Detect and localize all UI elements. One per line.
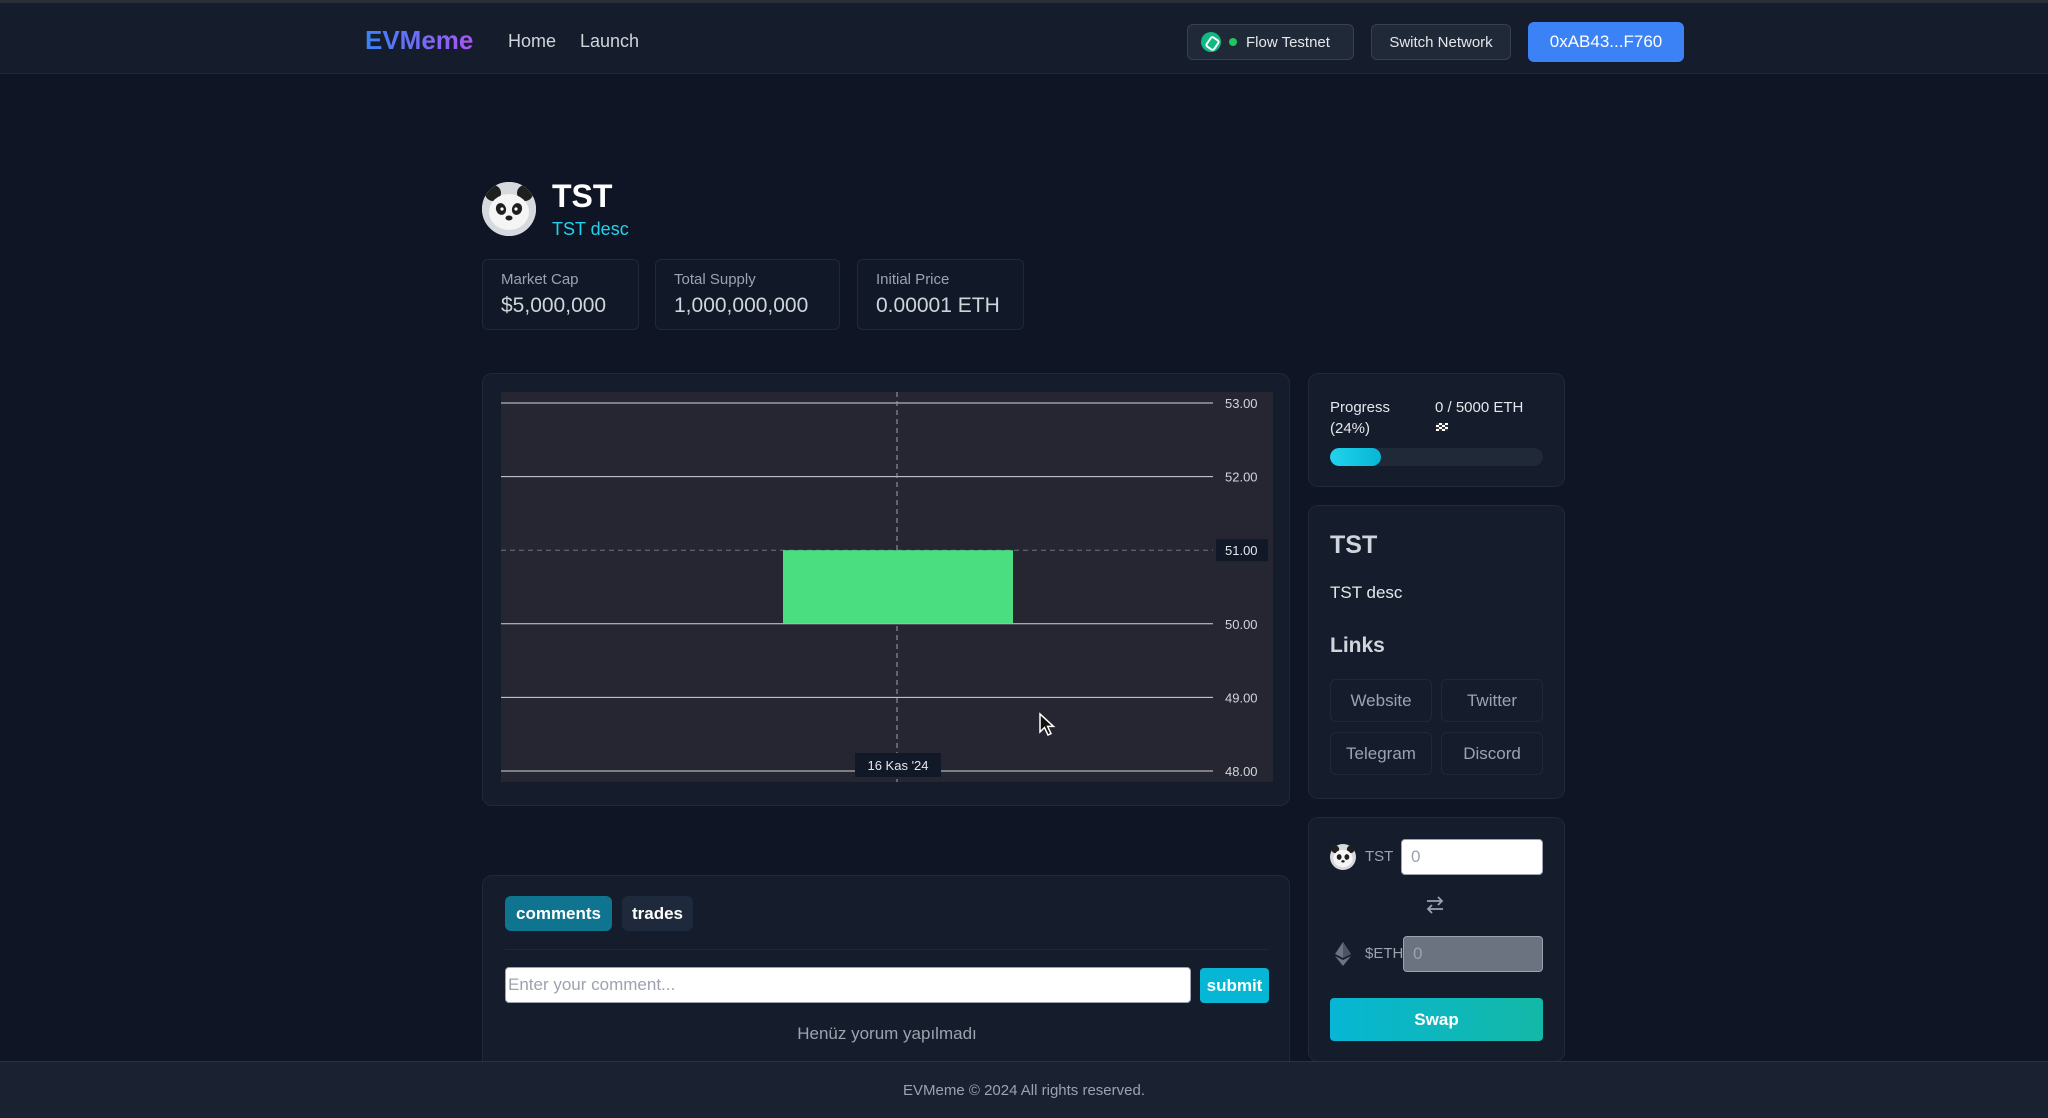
network-name: Flow Testnet xyxy=(1246,33,1330,51)
comments-card: comments trades submit Henüz yorum yapıl… xyxy=(482,875,1290,1075)
footer-text: EVMeme © 2024 All rights reserved. xyxy=(903,1081,1145,1099)
chart-y-tick-label: 52.00 xyxy=(1225,470,1258,485)
ethereum-icon xyxy=(1335,942,1351,966)
checkered-flag-icon xyxy=(1436,423,1448,431)
nav-home-link[interactable]: Home xyxy=(508,31,556,52)
progress-value: 0 / 5000 ETH xyxy=(1435,397,1523,439)
website-link-button[interactable]: Website xyxy=(1330,679,1432,722)
tab-comments[interactable]: comments xyxy=(505,896,612,931)
tab-divider xyxy=(505,949,1269,950)
network-status-dot xyxy=(1229,38,1237,46)
panda-icon xyxy=(1330,844,1356,870)
chart-y-tick-label: 48.00 xyxy=(1225,764,1258,779)
mouse-cursor-icon xyxy=(1039,712,1056,736)
chart-y-tick-label: 53.00 xyxy=(1225,396,1258,411)
token-info-card: TST TST desc Links Website Twitter Teleg… xyxy=(1308,505,1565,799)
comment-input[interactable] xyxy=(505,967,1191,1003)
tab-trades[interactable]: trades xyxy=(622,896,693,931)
panda-icon xyxy=(482,182,536,236)
swap-card: TST $ETH Swap xyxy=(1308,817,1565,1062)
flow-network-icon xyxy=(1201,32,1221,52)
swap-button[interactable]: Swap xyxy=(1330,998,1543,1041)
nav-launch-link[interactable]: Launch xyxy=(580,31,639,52)
brand-logo[interactable]: EVMeme xyxy=(365,25,473,56)
market-cap-value: $5,000,000 xyxy=(501,294,607,317)
empty-comments-text: Henüz yorum yapılmadı xyxy=(797,1024,977,1043)
chart-crosshair-price-label: 51.00 xyxy=(1225,543,1258,558)
chart-y-tick-label: 50.00 xyxy=(1225,617,1258,632)
progress-bar xyxy=(1330,448,1543,466)
progress-amount: 0 / 5000 ETH xyxy=(1435,399,1524,416)
candlestick-chart[interactable]: 53.0052.0051.0050.0049.0048.0051.0016 Ka… xyxy=(501,392,1273,782)
swap-direction-icon[interactable] xyxy=(1423,894,1447,916)
progress-bar-fill xyxy=(1330,448,1382,466)
token-name: TST xyxy=(552,178,613,214)
initial-price-label: Initial Price xyxy=(876,271,950,288)
footer: EVMeme © 2024 All rights reserved. xyxy=(0,1061,2048,1118)
progress-card: Progress (24%) 0 / 5000 ETH xyxy=(1308,373,1565,487)
market-cap-label: Market Cap xyxy=(501,271,579,288)
initial-price-value: 0.00001 ETH xyxy=(876,294,1000,317)
price-chart[interactable]: 53.0052.0051.0050.0049.0048.0051.0016 Ka… xyxy=(501,392,1273,782)
twitter-link-button[interactable]: Twitter xyxy=(1441,679,1543,722)
token-avatar xyxy=(482,182,536,236)
wallet-address-button[interactable]: 0xAB43...F760 xyxy=(1528,22,1684,62)
info-description: TST desc xyxy=(1330,583,1403,602)
navbar: EVMeme Home Launch Flow Testnet Switch N… xyxy=(0,0,2048,74)
initial-price-stat: Initial Price 0.00001 ETH xyxy=(857,259,1024,330)
switch-network-button[interactable]: Switch Network xyxy=(1371,24,1511,60)
swap-to-input[interactable] xyxy=(1403,936,1543,972)
network-indicator[interactable]: Flow Testnet xyxy=(1187,24,1354,60)
submit-comment-button[interactable]: submit xyxy=(1200,968,1269,1003)
chart-crosshair-time-label: 16 Kas '24 xyxy=(867,758,928,773)
chart-candle xyxy=(783,550,1013,624)
total-supply-value: 1,000,000,000 xyxy=(674,294,809,317)
links-heading: Links xyxy=(1330,634,1385,657)
eth-icon xyxy=(1332,941,1358,967)
discord-link-button[interactable]: Discord xyxy=(1441,732,1543,775)
swap-from-input[interactable] xyxy=(1401,839,1543,875)
token-description: TST desc xyxy=(552,219,629,239)
telegram-link-button[interactable]: Telegram xyxy=(1330,732,1432,775)
swap-from-symbol: TST xyxy=(1365,848,1394,865)
total-supply-label: Total Supply xyxy=(674,271,756,288)
progress-label: Progress (24%) xyxy=(1330,399,1391,437)
market-cap-stat: Market Cap $5,000,000 xyxy=(482,259,639,330)
chart-y-tick-label: 49.00 xyxy=(1225,690,1258,705)
total-supply-stat: Total Supply 1,000,000,000 xyxy=(655,259,840,330)
tst-token-icon xyxy=(1330,844,1356,870)
info-title: TST xyxy=(1330,531,1378,559)
swap-to-symbol: $ETH xyxy=(1365,945,1404,962)
